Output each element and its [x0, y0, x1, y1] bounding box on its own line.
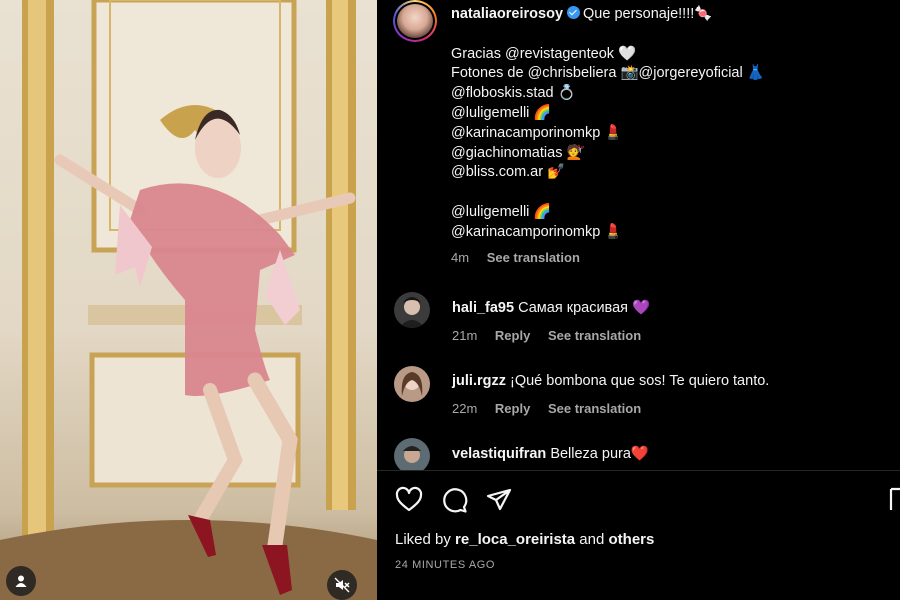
heart-icon: [395, 486, 423, 512]
comment-button[interactable]: [440, 486, 468, 514]
post-timestamp: 24 MINUTES AGO: [395, 559, 496, 571]
comment-text: Belleza pura❤️: [550, 446, 649, 462]
likes-summary: Liked by re_loca_oreirista and others: [395, 531, 654, 548]
caption-line: @luligemelli 🌈: [451, 104, 552, 121]
like-button[interactable]: [395, 486, 423, 514]
commenter-avatar[interactable]: [394, 366, 430, 402]
caption-line: @bliss.com.ar 💅: [451, 164, 566, 181]
caption-see-translation[interactable]: See translation: [487, 250, 580, 265]
reply-button[interactable]: Reply: [495, 401, 530, 416]
comments-thread[interactable]: nataliaoreirosoy Que personaje!!!!🍬 Graci…: [377, 0, 900, 470]
caption-line: @karinacamporinomkp 💄: [451, 124, 623, 141]
share-button[interactable]: [485, 486, 513, 514]
tagged-users-button[interactable]: [6, 566, 36, 596]
user-icon: [15, 575, 27, 587]
comment-see-translation[interactable]: See translation: [548, 401, 641, 416]
comment-username[interactable]: juli.rgzz: [452, 373, 506, 389]
caption-line: @floboskis.stad 💍: [451, 85, 576, 102]
liked-by-user[interactable]: re_loca_oreirista: [455, 531, 575, 548]
actions-divider: [377, 470, 900, 471]
caption-line: @giachinomatias 💇: [451, 144, 585, 161]
post-photo: [0, 0, 377, 600]
comment-username[interactable]: hali_fa95: [452, 300, 514, 316]
post-detail-panel: nataliaoreirosoy Que personaje!!!!🍬 Graci…: [377, 0, 900, 600]
caption-line: @karinacamporinomkp 💄: [451, 223, 623, 240]
liked-and-label: and: [579, 531, 605, 548]
share-icon: [486, 488, 512, 511]
bookmark-icon: [889, 487, 900, 510]
caption-first-line: Que personaje!!!!🍬: [583, 6, 713, 22]
verified-badge-icon: [567, 6, 581, 19]
owner-avatar[interactable]: [393, 0, 437, 42]
comment-icon: [443, 488, 468, 513]
commenter-avatar[interactable]: [394, 292, 430, 328]
comment-time: 21m: [452, 328, 478, 343]
caption-line: Fotones de @chrisbeliera 📸@jorgereyofici…: [451, 65, 765, 82]
mute-toggle-button[interactable]: [327, 570, 357, 600]
caption-line: @luligemelli 🌈: [451, 203, 552, 220]
comment-text: ¡Qué bombona que sos! Te quiero tanto.: [510, 373, 770, 389]
action-bar: [395, 486, 900, 514]
commenter-avatar[interactable]: [394, 438, 430, 470]
post-media[interactable]: [0, 0, 377, 600]
comment-text: Самая красивая 💜: [518, 300, 651, 316]
comment-see-translation[interactable]: See translation: [548, 328, 641, 343]
owner-username[interactable]: nataliaoreirosoy: [451, 6, 563, 22]
comment-time: 22m: [452, 401, 478, 416]
comment-username[interactable]: velastiquifran: [452, 446, 546, 462]
muted-speaker-icon: [334, 577, 350, 593]
caption-time: 4m: [451, 249, 470, 265]
caption-line: Gracias @revistagenteok 🤍: [451, 45, 637, 62]
save-button[interactable]: [889, 486, 900, 514]
reply-button[interactable]: Reply: [495, 328, 530, 343]
liked-by-label: Liked by: [395, 531, 451, 548]
liked-others-link[interactable]: others: [609, 531, 655, 548]
